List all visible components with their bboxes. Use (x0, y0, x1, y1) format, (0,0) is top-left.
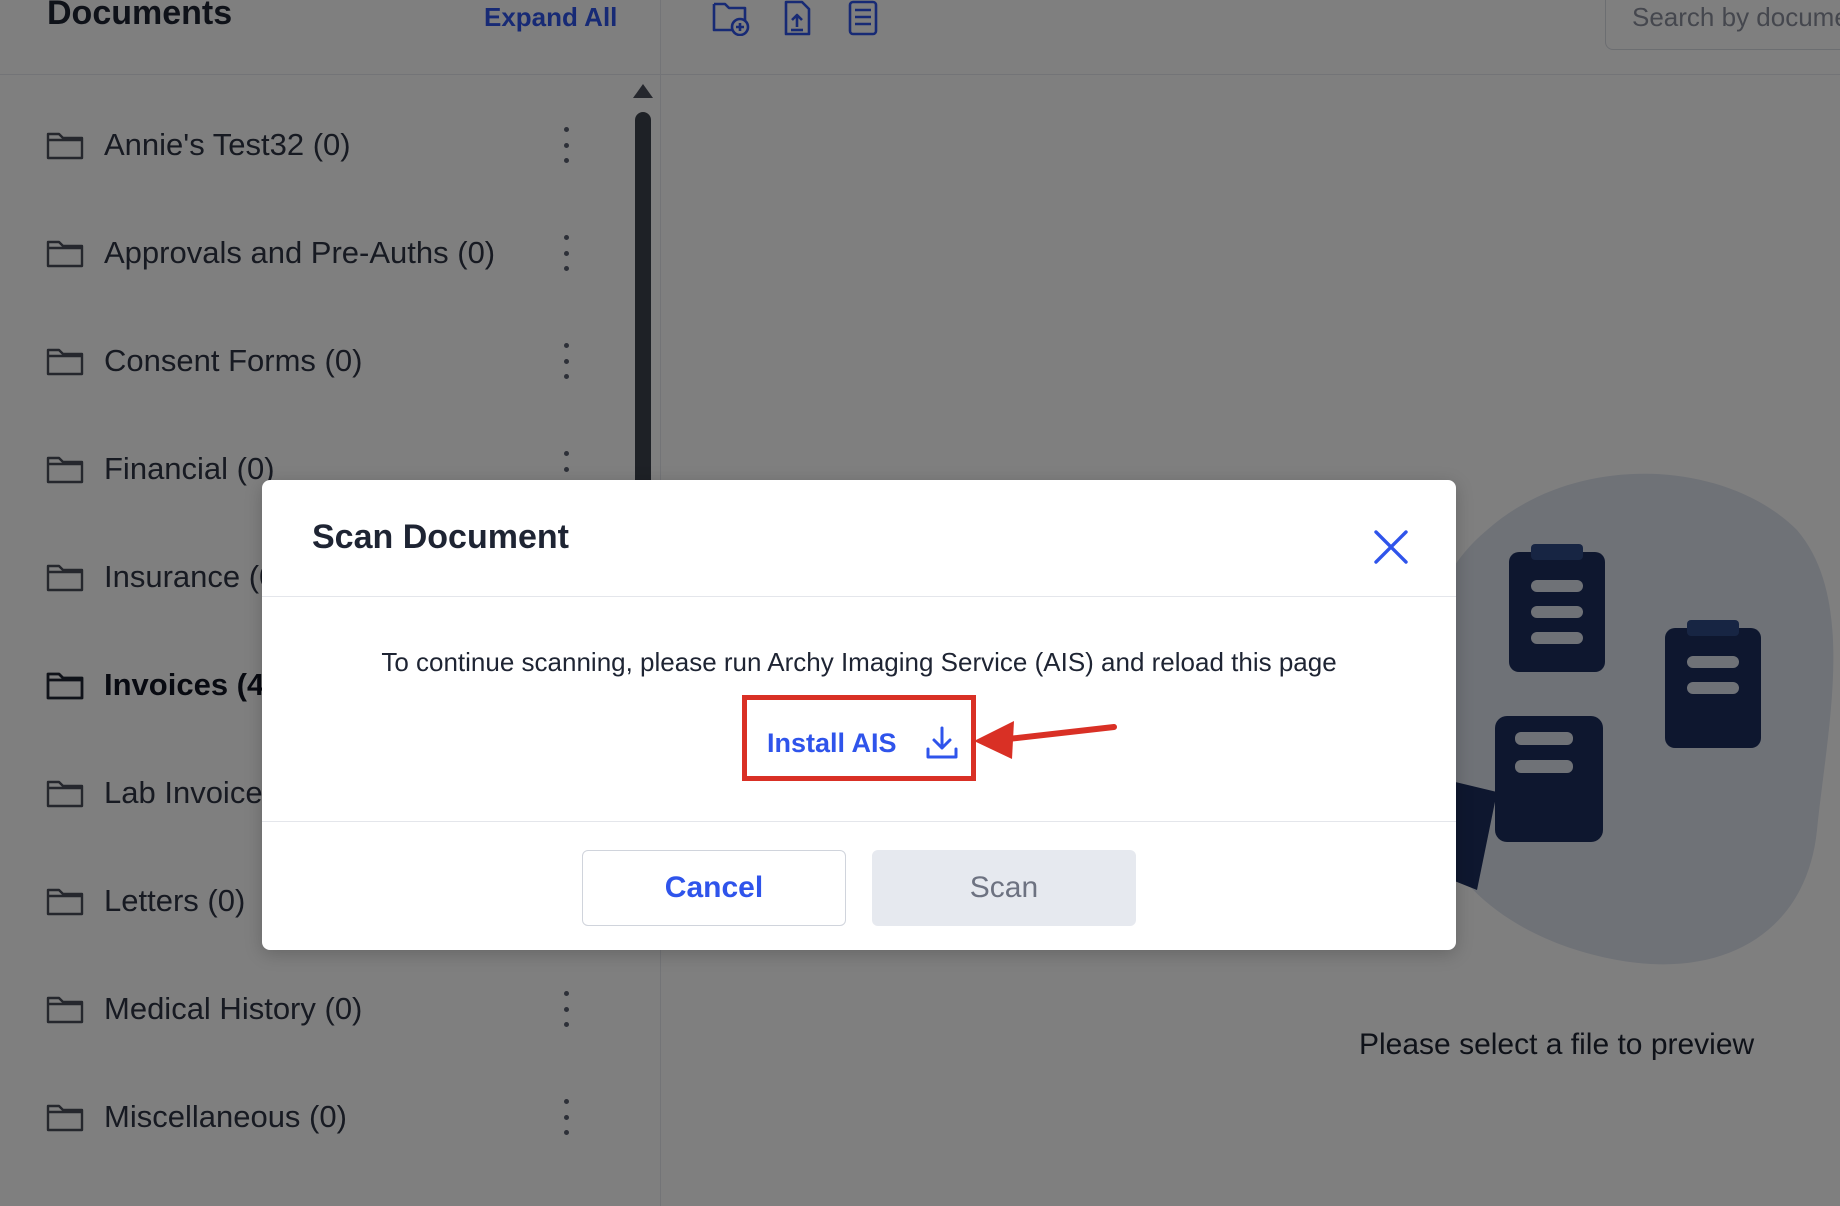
scan-document-dialog: Scan Document To continue scanning, plea… (262, 480, 1456, 950)
dialog-message: To continue scanning, please run Archy I… (381, 647, 1337, 677)
dialog-title: Scan Document (312, 518, 569, 556)
app-window: Documents Expand All Annie's Test32 (0) … (0, 0, 1840, 1206)
dialog-body: To continue scanning, please run Archy I… (262, 597, 1456, 822)
dialog-header: Scan Document (262, 480, 1456, 597)
close-icon[interactable] (1366, 522, 1416, 572)
install-ais-button[interactable]: Install AIS (767, 713, 959, 773)
cancel-button[interactable]: Cancel (582, 850, 846, 926)
download-icon (926, 726, 958, 759)
scan-button[interactable]: Scan (872, 850, 1136, 926)
annotation-arrow-icon (974, 721, 1117, 759)
dialog-footer: Cancel Scan (262, 822, 1456, 950)
install-ais-label: Install AIS (767, 727, 897, 758)
